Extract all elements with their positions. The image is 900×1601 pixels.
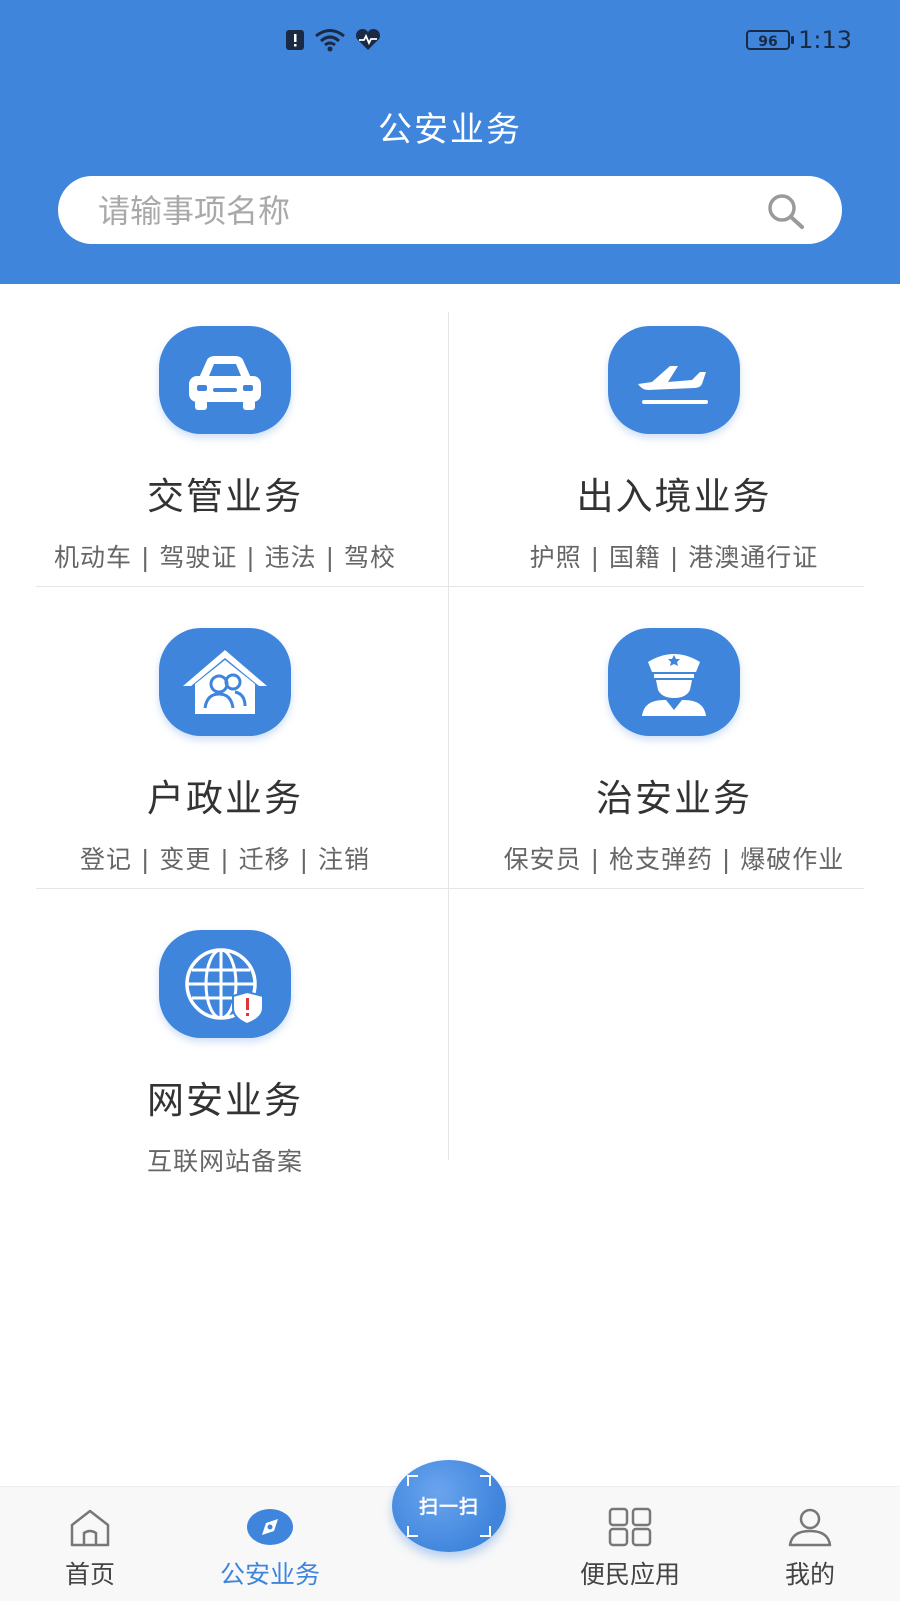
status-bar: 96 1:13: [0, 24, 900, 60]
service-traffic[interactable]: 交管业务 机动车 | 驾驶证 | 违法 | 驾校: [18, 326, 432, 574]
car-icon: [159, 326, 291, 434]
service-desc: 登记 | 变更 | 迁移 | 注销: [80, 845, 370, 874]
service-desc: 互联网站备案: [146, 1147, 303, 1176]
header-bar: 96 1:13 公安业务: [0, 0, 900, 284]
search-bar[interactable]: [58, 176, 842, 244]
scan-label: 扫一扫: [418, 1496, 479, 1518]
household-icon: [159, 628, 291, 736]
user-icon: [788, 1508, 832, 1547]
home-icon: [70, 1509, 110, 1547]
search-input[interactable]: [96, 186, 760, 236]
wifi-icon: [315, 29, 345, 52]
service-exit-entry[interactable]: 出入境业务 护照 | 国籍 | 港澳通行证: [467, 326, 881, 574]
globe-shield-icon: [159, 930, 291, 1038]
heart-rate-icon: [355, 28, 381, 50]
status-time: 1:13: [798, 26, 852, 54]
page-title: 公安业务: [378, 110, 522, 150]
service-name: 户政业务: [147, 777, 303, 820]
tab-label: 公安业务: [219, 1560, 320, 1589]
service-public-security[interactable]: 治安业务 保安员 | 枪支弹药 | 爆破作业: [467, 628, 881, 876]
service-desc: 护照 | 国籍 | 港澳通行证: [529, 543, 819, 572]
service-desc: 机动车 | 驾驶证 | 违法 | 驾校: [54, 543, 396, 572]
grid-divider-vertical: [448, 312, 449, 1160]
grid-divider-row-2: [36, 888, 864, 889]
scan-button[interactable]: 扫一扫: [392, 1460, 506, 1552]
tab-label: 我的: [784, 1560, 835, 1589]
status-icons: [284, 28, 382, 52]
compass-icon: [247, 1509, 293, 1545]
tab-convenience-apps[interactable]: 便民应用: [560, 1507, 700, 1591]
grid-divider-row-1: [36, 586, 864, 587]
tab-label: 便民应用: [579, 1560, 680, 1589]
service-cyber-security[interactable]: 网安业务 互联网站备案: [18, 930, 432, 1178]
tab-label: 首页: [64, 1560, 115, 1589]
airplane-icon: [608, 326, 740, 434]
notification-icon: [286, 30, 304, 50]
grid-icon: [608, 1507, 652, 1547]
service-name: 交管业务: [147, 475, 303, 518]
service-name: 出入境业务: [576, 475, 772, 518]
battery-indicator: 96: [746, 30, 794, 50]
service-household[interactable]: 户政业务 登记 | 变更 | 迁移 | 注销: [18, 628, 432, 876]
service-desc: 保安员 | 枪支弹药 | 爆破作业: [503, 845, 845, 874]
search-icon[interactable]: [766, 192, 806, 230]
tab-mine[interactable]: 我的: [740, 1507, 880, 1591]
service-name: 网安业务: [147, 1079, 303, 1122]
service-name: 治安业务: [596, 777, 752, 820]
tab-home[interactable]: 首页: [20, 1507, 160, 1591]
tab-public-security[interactable]: 公安业务: [200, 1507, 340, 1591]
police-officer-icon: [608, 628, 740, 736]
